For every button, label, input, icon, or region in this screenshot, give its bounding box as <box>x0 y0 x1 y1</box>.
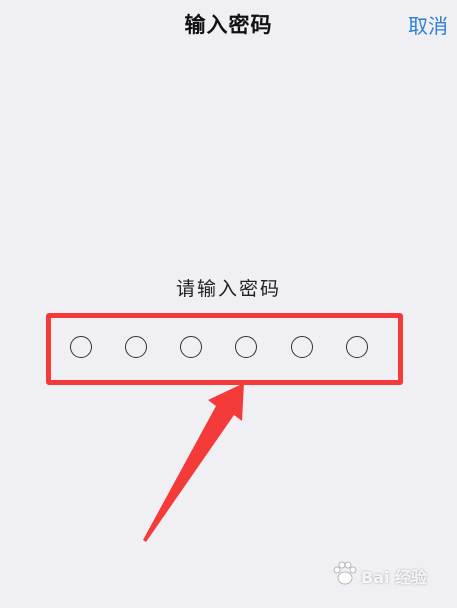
watermark-text: Bai 经验 <box>361 568 428 587</box>
watermark: Bai 经验 <box>331 560 439 588</box>
arrow-shape <box>143 383 244 542</box>
password-entry-screen: 输入密码 取消 请输入密码 Bai 经验 <box>0 0 457 608</box>
paw-icon <box>333 561 357 585</box>
red-arrow-annotation <box>143 383 244 542</box>
